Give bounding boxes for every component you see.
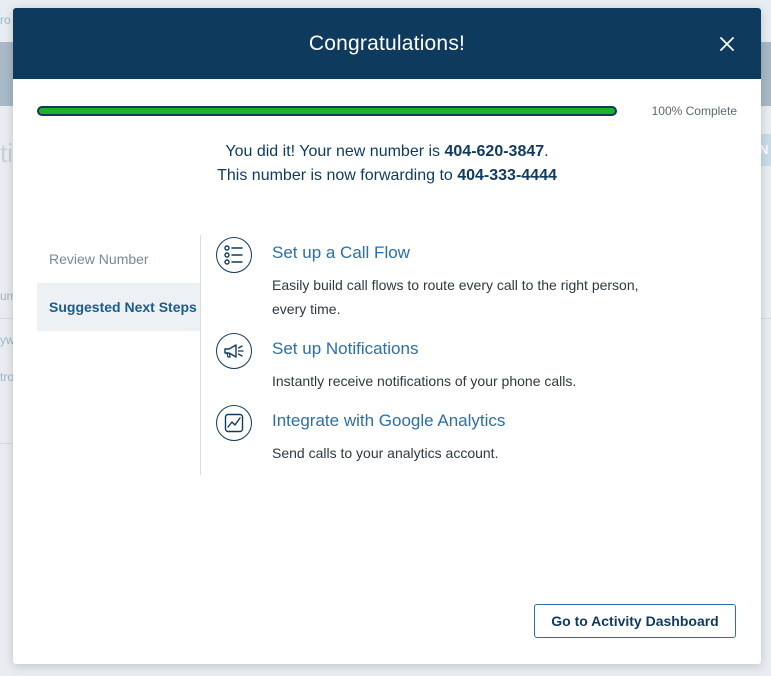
- background-text-fragment: ti: [0, 138, 13, 168]
- background-text-fragment: tro: [0, 370, 15, 384]
- step-notifications: Set up Notifications Instantly receive n…: [216, 333, 736, 405]
- step-call-flow-link[interactable]: Set up a Call Flow: [272, 243, 410, 263]
- background-divider: [0, 443, 13, 444]
- analytics-chart-icon: [216, 405, 252, 441]
- step-google-analytics: Integrate with Google Analytics Send cal…: [216, 405, 736, 477]
- background-divider: [761, 318, 771, 319]
- go-to-activity-dashboard-button[interactable]: Go to Activity Dashboard: [534, 604, 736, 638]
- message-text: .: [544, 143, 549, 160]
- side-nav-suggested-next-steps[interactable]: Suggested Next Steps: [37, 283, 200, 331]
- new-number: 404-620-3847: [444, 143, 545, 160]
- congratulations-modal: Congratulations! 100% Complete You did i…: [13, 8, 761, 664]
- megaphone-icon: [216, 333, 252, 369]
- modal-header: Congratulations!: [13, 8, 761, 79]
- side-nav-divider: [200, 235, 201, 475]
- side-nav-review-number[interactable]: Review Number: [37, 235, 200, 283]
- close-icon: [720, 37, 734, 51]
- close-button[interactable]: [717, 34, 737, 54]
- progress-track: [37, 106, 617, 116]
- list-icon: [216, 237, 252, 273]
- new-number-line: You did it! Your new number is 404-620-3…: [13, 140, 761, 164]
- background-text-fragment: ro: [0, 13, 11, 27]
- success-message: You did it! Your new number is 404-620-3…: [13, 140, 761, 188]
- progress-fill: [39, 108, 615, 114]
- next-steps-list: Set up a Call Flow Easily build call flo…: [216, 237, 736, 477]
- progress-bar: 100% Complete: [37, 104, 737, 118]
- step-google-analytics-description: Send calls to your analytics account.: [272, 445, 499, 461]
- background-divider: [0, 318, 13, 319]
- modal-title: Congratulations!: [308, 31, 466, 55]
- side-nav: Review Number Suggested Next Steps: [37, 235, 200, 331]
- forwarding-line: This number is now forwarding to 404-333…: [13, 164, 761, 188]
- step-call-flow: Set up a Call Flow Easily build call flo…: [216, 237, 736, 333]
- step-notifications-description: Instantly receive notifications of your …: [272, 373, 577, 389]
- step-google-analytics-link[interactable]: Integrate with Google Analytics: [272, 411, 505, 431]
- message-text: You did it! Your new number is: [225, 143, 445, 160]
- message-text: This number is now forwarding to: [217, 167, 458, 184]
- progress-label: 100% Complete: [651, 104, 737, 118]
- step-call-flow-description: Easily build call flows to route every c…: [272, 277, 639, 317]
- forwarding-number: 404-333-4444: [457, 167, 557, 184]
- step-notifications-link[interactable]: Set up Notifications: [272, 339, 418, 359]
